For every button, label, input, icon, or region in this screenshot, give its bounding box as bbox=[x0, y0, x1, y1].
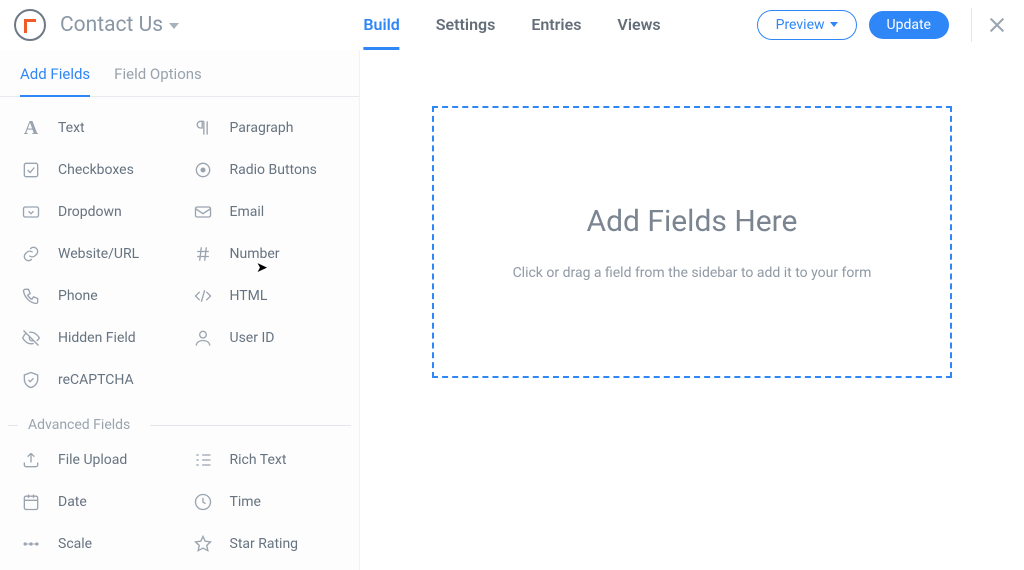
field-recaptcha[interactable]: reCAPTCHA bbox=[8, 359, 180, 401]
chevron-down-icon bbox=[830, 22, 838, 27]
field-scale[interactable]: Scale bbox=[8, 523, 180, 565]
app-logo bbox=[14, 9, 46, 41]
field-label: HTML bbox=[230, 288, 268, 304]
field-label: Phone bbox=[58, 288, 98, 304]
form-canvas: Add Fields Here Click or drag a field fr… bbox=[360, 50, 1024, 570]
email-icon bbox=[192, 201, 214, 223]
upload-icon bbox=[20, 449, 42, 471]
field-website[interactable]: Website/URL bbox=[8, 233, 180, 275]
update-button[interactable]: Update bbox=[869, 11, 949, 39]
phone-icon bbox=[20, 285, 42, 307]
field-rich-text[interactable]: Rich Text bbox=[180, 439, 352, 481]
close-icon[interactable] bbox=[988, 16, 1006, 34]
field-text[interactable]: A Text bbox=[8, 107, 180, 149]
user-icon bbox=[192, 327, 214, 349]
field-label: Scale bbox=[58, 536, 92, 552]
dropzone-title: Add Fields Here bbox=[587, 204, 798, 239]
clock-icon bbox=[192, 491, 214, 513]
form-title-text: Contact Us bbox=[60, 13, 163, 37]
sidebar-tab-field-options[interactable]: Field Options bbox=[114, 65, 202, 97]
sidebar: Add Fields Field Options A Text Paragrap… bbox=[0, 50, 360, 570]
field-label: Star Rating bbox=[230, 536, 299, 552]
link-icon bbox=[20, 243, 42, 265]
paragraph-icon bbox=[192, 117, 214, 139]
section-label: Advanced Fields bbox=[18, 417, 140, 433]
field-star-rating[interactable]: Star Rating bbox=[180, 523, 352, 565]
field-paragraph[interactable]: Paragraph bbox=[180, 107, 352, 149]
dropdown-icon bbox=[20, 201, 42, 223]
sidebar-tab-add-fields[interactable]: Add Fields bbox=[20, 65, 90, 97]
code-icon bbox=[192, 285, 214, 307]
field-phone[interactable]: Phone bbox=[8, 275, 180, 317]
chevron-down-icon bbox=[169, 23, 179, 29]
field-label: User ID bbox=[230, 330, 275, 346]
tab-views[interactable]: Views bbox=[617, 1, 660, 50]
field-number[interactable]: Number bbox=[180, 233, 352, 275]
field-label: Number bbox=[230, 246, 280, 262]
field-email[interactable]: Email bbox=[180, 191, 352, 233]
field-userid[interactable]: User ID bbox=[180, 317, 352, 359]
star-icon bbox=[192, 533, 214, 555]
app-logo-mark bbox=[24, 19, 36, 33]
update-button-label: Update bbox=[887, 17, 931, 33]
field-label: Dropdown bbox=[58, 204, 122, 220]
field-date[interactable]: Date bbox=[8, 481, 180, 523]
field-time[interactable]: Time bbox=[180, 481, 352, 523]
field-label: Date bbox=[58, 494, 87, 510]
calendar-icon bbox=[20, 491, 42, 513]
dropzone-hint: Click or drag a field from the sidebar t… bbox=[513, 265, 872, 281]
form-title-dropdown[interactable]: Contact Us bbox=[60, 13, 179, 37]
field-label: Radio Buttons bbox=[230, 162, 317, 178]
field-file-upload[interactable]: File Upload bbox=[8, 439, 180, 481]
text-icon: A bbox=[20, 117, 42, 139]
checkbox-icon bbox=[20, 159, 42, 181]
hash-icon bbox=[192, 243, 214, 265]
shield-icon bbox=[20, 369, 42, 391]
tab-entries[interactable]: Entries bbox=[531, 1, 581, 50]
field-label: Email bbox=[230, 204, 265, 220]
preview-button[interactable]: Preview bbox=[757, 10, 857, 40]
radio-icon bbox=[192, 159, 214, 181]
field-label: Paragraph bbox=[230, 120, 294, 136]
field-dropdown[interactable]: Dropdown bbox=[8, 191, 180, 233]
form-dropzone[interactable]: Add Fields Here Click or drag a field fr… bbox=[432, 106, 952, 378]
field-label: reCAPTCHA bbox=[58, 372, 134, 388]
tab-build[interactable]: Build bbox=[363, 1, 399, 50]
field-hidden[interactable]: Hidden Field bbox=[8, 317, 180, 359]
preview-button-label: Preview bbox=[776, 17, 825, 33]
field-radio[interactable]: Radio Buttons bbox=[180, 149, 352, 191]
field-label: Website/URL bbox=[58, 246, 139, 262]
field-label: Rich Text bbox=[230, 452, 287, 468]
section-advanced-fields: Advanced Fields bbox=[0, 417, 359, 433]
top-nav: Build Settings Entries Views bbox=[363, 0, 660, 49]
field-label: File Upload bbox=[58, 452, 127, 468]
field-checkboxes[interactable]: Checkboxes bbox=[8, 149, 180, 191]
rich-text-icon bbox=[192, 449, 214, 471]
field-html[interactable]: HTML bbox=[180, 275, 352, 317]
field-label: Checkboxes bbox=[58, 162, 134, 178]
divider bbox=[971, 8, 972, 42]
field-label: Hidden Field bbox=[58, 330, 136, 346]
tab-settings[interactable]: Settings bbox=[436, 1, 496, 50]
eye-off-icon bbox=[20, 327, 42, 349]
field-label: Time bbox=[230, 494, 261, 510]
scale-icon bbox=[20, 533, 42, 555]
field-label: Text bbox=[58, 120, 85, 136]
